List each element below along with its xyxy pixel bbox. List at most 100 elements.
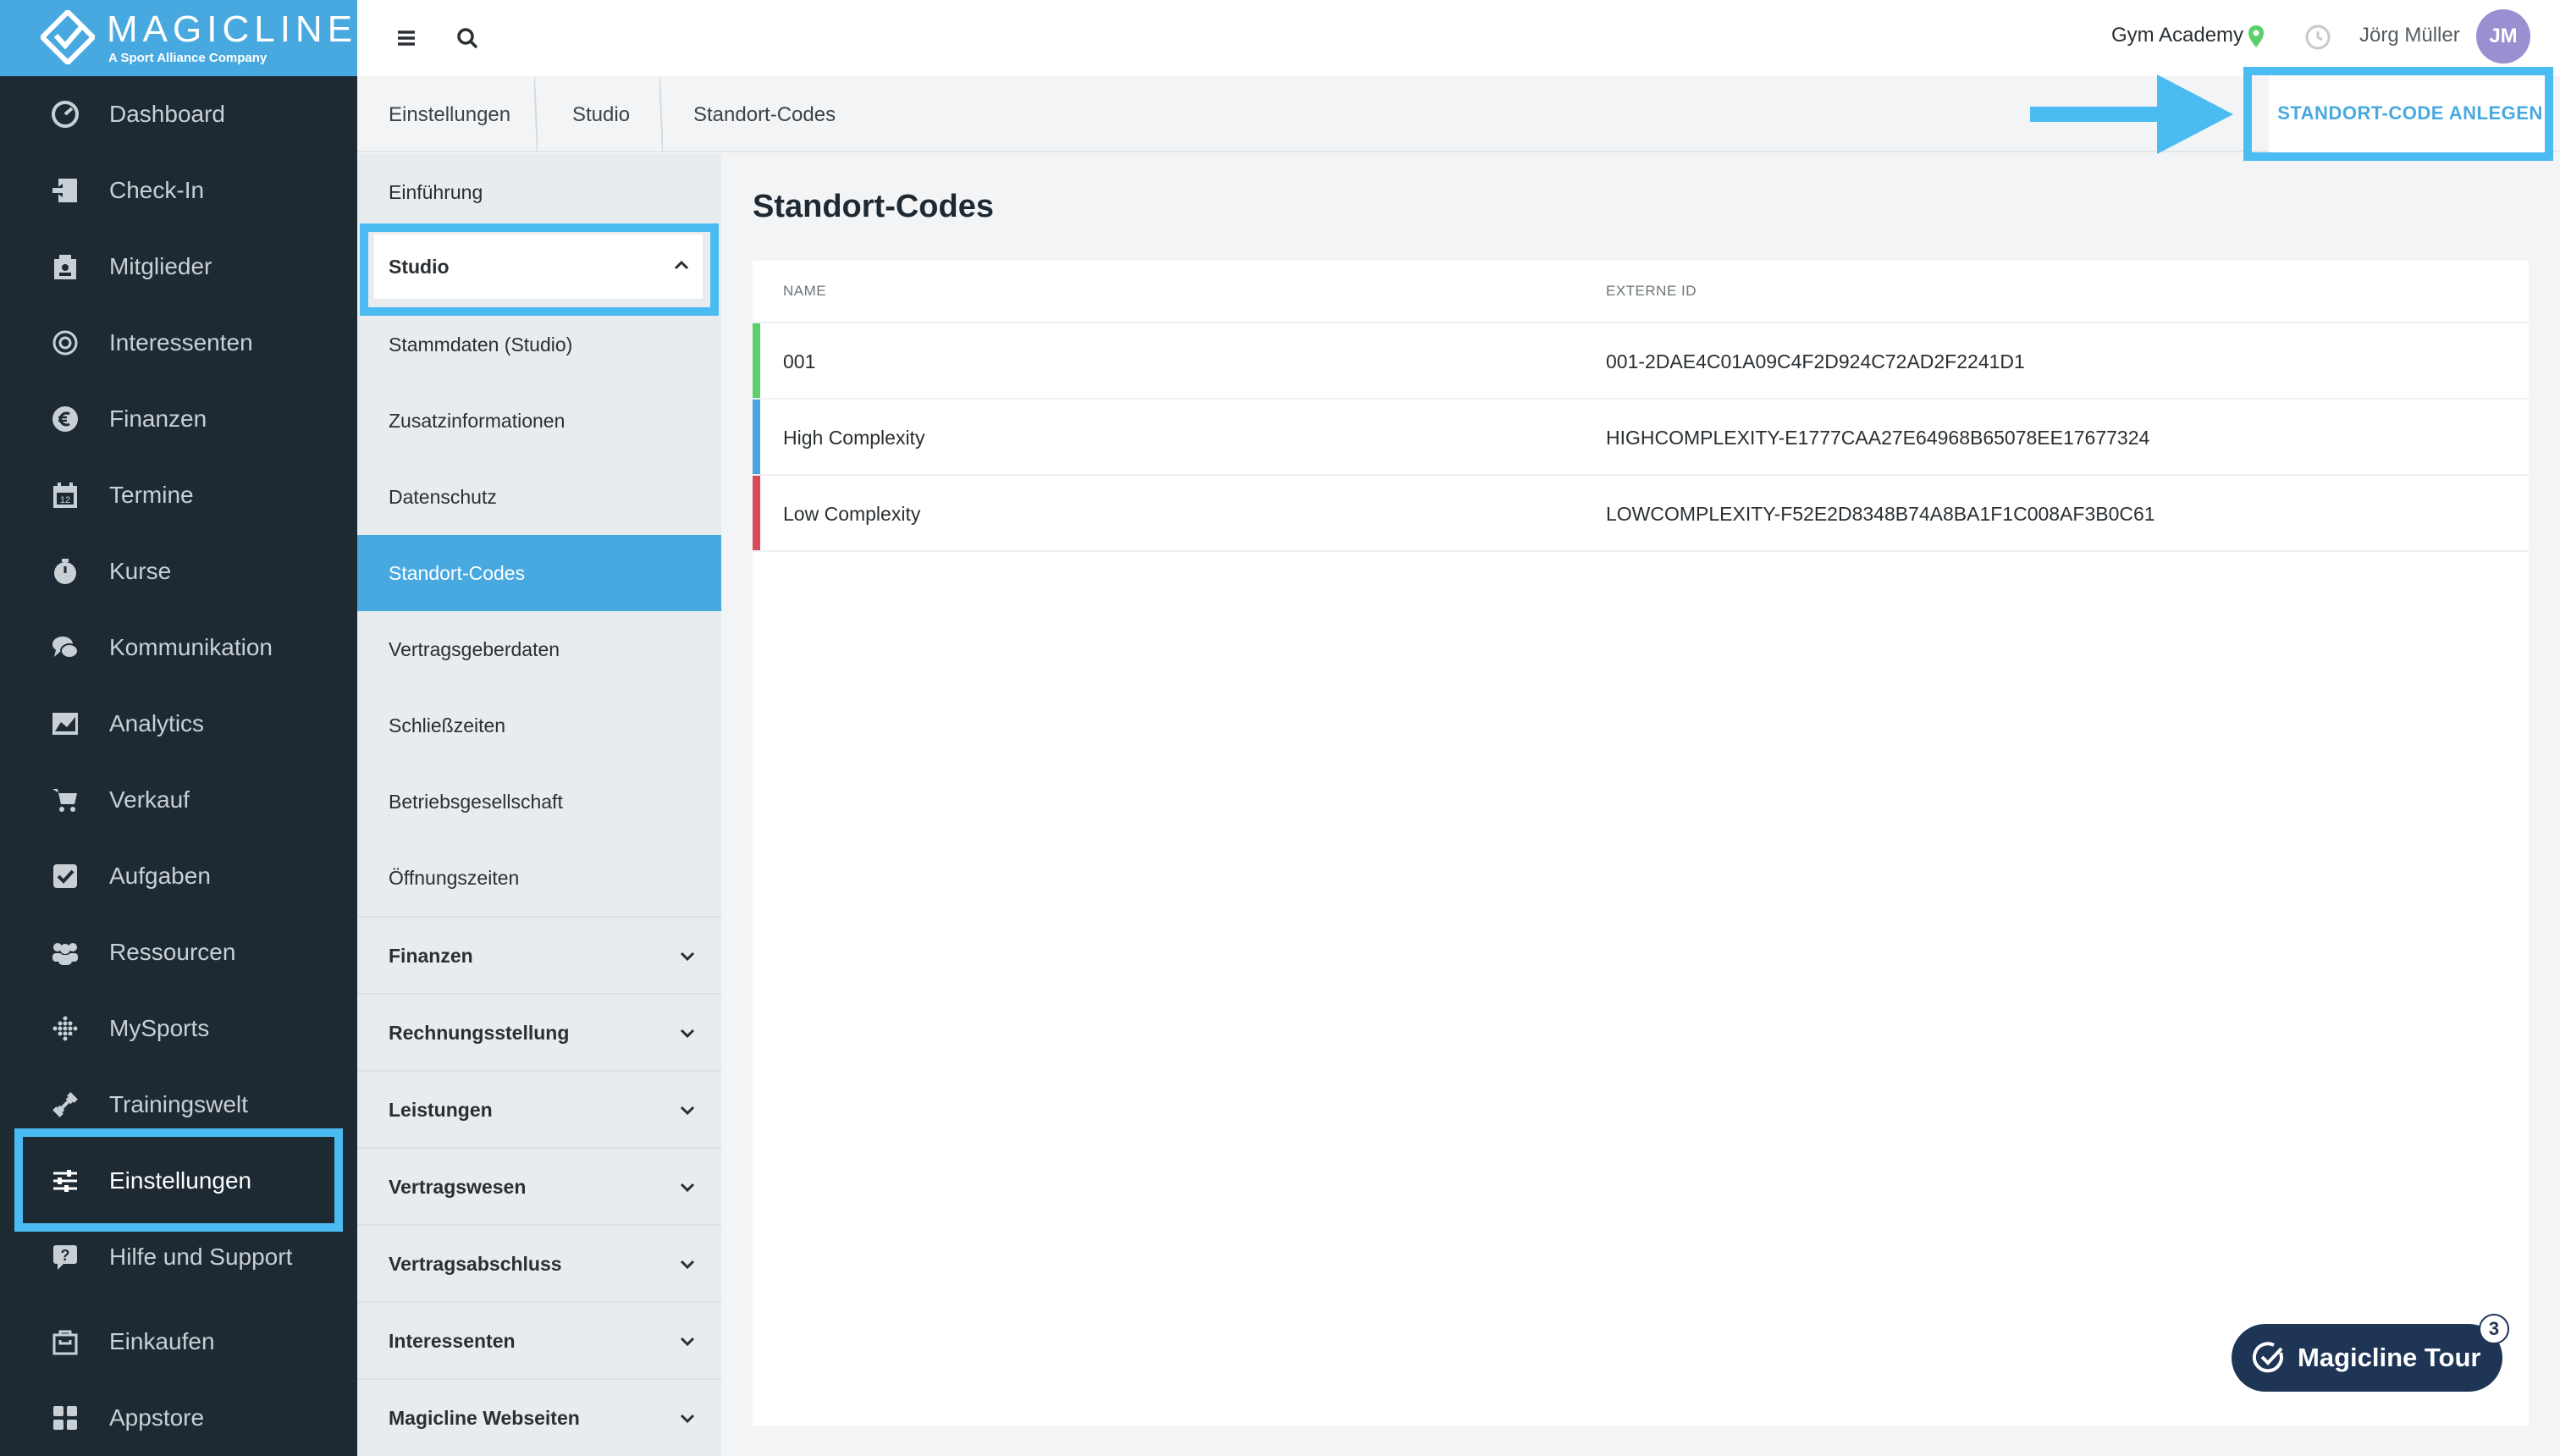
group-icon	[51, 938, 80, 967]
submenu-group-contracts[interactable]: Vertragswesen	[357, 1147, 721, 1223]
magicline-logo[interactable]: MAGICLINE A Sport Alliance Company	[0, 0, 357, 76]
logo-wordmark: MAGICLINE	[107, 8, 358, 50]
submenu-item-privacy[interactable]: Datenschutz	[357, 459, 721, 535]
nav-item-prospects[interactable]: Interessenten	[0, 305, 357, 381]
submenu-item-additional-info[interactable]: Zusatzinformationen	[357, 383, 721, 459]
nav-item-appointments[interactable]: 12 Termine	[0, 457, 357, 533]
breadcrumb-separator	[534, 76, 538, 152]
submenu-item-contractor-data[interactable]: Vertragsgeberdaten	[357, 611, 721, 687]
members-icon	[51, 252, 80, 281]
nav-label: Einkaufen	[109, 1328, 215, 1354]
nav-item-finance[interactable]: Finanzen	[0, 381, 357, 457]
cell-name: 001	[783, 350, 816, 372]
prospects-icon	[51, 328, 80, 357]
submenu-group-services[interactable]: Leistungen	[357, 1070, 721, 1146]
submenu-item-operating-company[interactable]: Betriebsgesellschaft	[357, 764, 721, 840]
nav-label: Ressourcen	[109, 939, 236, 965]
submenu-group-websites[interactable]: Magicline Webseiten	[357, 1378, 721, 1454]
dots-icon	[51, 1014, 80, 1043]
nav-item-resources[interactable]: Ressourcen	[0, 914, 357, 990]
nav-item-sales[interactable]: Verkauf	[0, 762, 357, 838]
location-codes-table: NAME EXTERNE ID 001 001-2DAE4C01A09C4F2D…	[753, 261, 2529, 1426]
chat-icon	[51, 633, 80, 662]
submenu-label: Datenschutz	[389, 486, 497, 508]
nav-item-appstore[interactable]: Appstore	[0, 1380, 357, 1456]
nav-item-check-in[interactable]: Check-In	[0, 152, 357, 229]
submenu-group-prospects[interactable]: Interessenten	[357, 1301, 721, 1377]
nav-label: Finanzen	[109, 405, 207, 432]
submenu-item-intro[interactable]: Einführung	[357, 154, 721, 230]
chevron-down-icon	[680, 1106, 695, 1116]
nav-label: Interessenten	[109, 329, 253, 356]
arrow-right-icon	[2030, 74, 2233, 154]
main-navigation: MAGICLINE A Sport Alliance Company Dashb…	[0, 0, 357, 1456]
nav-item-courses[interactable]: Kurse	[0, 533, 357, 609]
cell-external-id: HIGHCOMPLEXITY-E1777CAA27E64968B65078EE1…	[1606, 427, 2150, 449]
svg-text:12: 12	[60, 495, 70, 505]
chevron-down-icon	[680, 1183, 695, 1193]
nav-item-communication[interactable]: Kommunikation	[0, 609, 357, 686]
submenu-group-contract-conclusion[interactable]: Vertragsabschluss	[357, 1224, 721, 1300]
chevron-down-icon	[680, 1260, 695, 1270]
submenu-label: Öffnungszeiten	[389, 867, 520, 889]
nav-item-tasks[interactable]: Aufgaben	[0, 838, 357, 914]
submenu-item-closing-times[interactable]: Schließzeiten	[357, 687, 721, 764]
nav-label: Kommunikation	[109, 634, 273, 660]
nav-item-dashboard[interactable]: Dashboard	[0, 76, 357, 152]
submenu-label: Schließzeiten	[389, 714, 506, 736]
chevron-down-icon	[680, 951, 695, 962]
logo-tagline: A Sport Alliance Company	[108, 51, 268, 65]
breadcrumb-item-studio[interactable]: Studio	[572, 103, 630, 127]
table-row[interactable]: High Complexity HIGHCOMPLEXITY-E1777CAA2…	[753, 398, 2529, 476]
user-name[interactable]: Jörg Müller	[2359, 24, 2460, 47]
submenu-group-invoicing[interactable]: Rechnungsstellung	[357, 993, 721, 1069]
submenu-group-label: Magicline Webseiten	[389, 1407, 580, 1429]
top-bar: Gym Academy Jörg Müller JM	[357, 0, 2560, 76]
stopwatch-icon	[51, 557, 80, 586]
dashboard-icon	[51, 100, 80, 129]
row-color-indicator	[753, 400, 760, 476]
studio-selector[interactable]: Gym Academy	[2111, 24, 2243, 47]
highlight-frame-settings	[14, 1128, 343, 1232]
nav-label: Analytics	[109, 710, 205, 736]
nav-item-mysports[interactable]: MySports	[0, 990, 357, 1067]
nav-item-shopping[interactable]: Einkaufen	[0, 1304, 357, 1380]
page-title: Standort-Codes	[753, 189, 994, 224]
chevron-down-icon	[680, 1029, 695, 1039]
submenu-group-label: Rechnungsstellung	[389, 1022, 570, 1044]
highlight-frame-create-button	[2243, 67, 2553, 161]
check-in-icon	[51, 176, 80, 205]
search-icon[interactable]	[450, 21, 484, 55]
table-row[interactable]: Low Complexity LOWCOMPLEXITY-F52E2D8348B…	[753, 474, 2529, 552]
submenu-item-master-data[interactable]: Stammdaten (Studio)	[357, 306, 721, 383]
submenu-item-opening-hours[interactable]: Öffnungszeiten	[357, 840, 721, 916]
column-header-name[interactable]: NAME	[783, 283, 826, 300]
submenu-group-finance[interactable]: Finanzen	[357, 916, 721, 992]
submenu-label: Stammdaten (Studio)	[389, 334, 573, 356]
table-row[interactable]: 001 001-2DAE4C01A09C4F2D924C72AD2F2241D1	[753, 322, 2529, 400]
column-header-external-id[interactable]: EXTERNE ID	[1606, 283, 1697, 300]
submenu-group-label: Finanzen	[389, 945, 473, 967]
cell-external-id: LOWCOMPLEXITY-F52E2D8348B74A8BA1F1C008AF…	[1606, 503, 2155, 525]
submenu-label: Betriebsgesellschaft	[389, 791, 563, 813]
cart-icon	[51, 786, 80, 814]
tour-label: Magicline Tour	[2298, 1343, 2481, 1372]
row-color-indicator	[753, 476, 760, 552]
submenu-label: Einführung	[389, 181, 483, 203]
submenu-item-location-codes[interactable]: Standort-Codes	[357, 535, 721, 611]
tour-count-badge: 3	[2479, 1314, 2509, 1344]
clock-icon[interactable]	[2304, 24, 2331, 51]
hamburger-menu-icon[interactable]	[389, 21, 423, 55]
location-pin-icon[interactable]	[2247, 24, 2265, 49]
nav-label: Termine	[109, 482, 194, 508]
cell-name: Low Complexity	[783, 503, 921, 525]
magicline-tour-button[interactable]: Magicline Tour	[2232, 1324, 2502, 1392]
breadcrumb-separator	[659, 76, 663, 152]
avatar[interactable]: JM	[2476, 9, 2530, 63]
nav-label: Appstore	[109, 1404, 205, 1431]
nav-item-members[interactable]: Mitglieder	[0, 229, 357, 305]
nav-label: Mitglieder	[109, 253, 212, 279]
chevron-down-icon	[680, 1414, 695, 1424]
breadcrumb-item-settings[interactable]: Einstellungen	[389, 103, 510, 127]
nav-item-analytics[interactable]: Analytics	[0, 686, 357, 762]
